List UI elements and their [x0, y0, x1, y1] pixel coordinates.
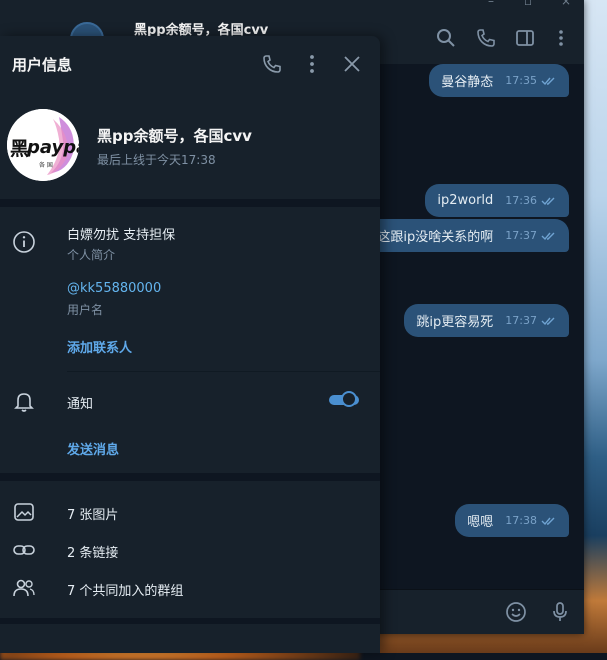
message-text: 这跟ip没啥关系的啊 — [377, 230, 494, 245]
close-icon[interactable] — [341, 53, 363, 75]
message-time: 17:37 — [505, 229, 537, 242]
message-time: 17:35 — [505, 74, 537, 87]
paypal-logo-avatar: 黑 paypal 各 国 — [7, 109, 79, 181]
emoji-icon[interactable] — [504, 600, 528, 624]
message-text: 跳ip更容易死 — [416, 315, 494, 330]
message-time: 17:36 — [505, 194, 537, 207]
message-time: 17:38 — [505, 514, 537, 527]
user-info-panel: 用户信息 黑 paypal 各 国 黑pp余额号，各国cvv 最后上线于今天17… — [0, 36, 380, 653]
message-meta: 17:38 — [505, 514, 557, 527]
double-check-icon — [541, 232, 555, 240]
double-check-icon — [541, 197, 555, 205]
bell-icon — [14, 393, 34, 412]
more-vertical-icon[interactable] — [551, 28, 571, 48]
profile-last-seen: 最后上线于今天17:38 — [97, 153, 216, 167]
search-icon[interactable] — [436, 28, 456, 48]
double-check-icon — [541, 77, 555, 85]
bio-text[interactable]: 白嫖勿扰 支持担保 — [67, 224, 175, 243]
svg-text:各 国: 各 国 — [39, 161, 53, 169]
message-meta: 17:36 — [505, 194, 557, 207]
username-link[interactable]: @kk55880000 — [67, 281, 161, 296]
message-bubble[interactable]: ip2world 17:36 — [425, 184, 569, 217]
sidebar-toggle-icon[interactable] — [515, 28, 535, 48]
section-divider — [0, 618, 380, 624]
row-separator — [67, 371, 380, 372]
more-vertical-icon[interactable] — [301, 53, 323, 75]
bio-label: 个人简介 — [67, 248, 116, 262]
maximize-icon[interactable]: ▫ — [524, 0, 532, 8]
svg-text:paypal: paypal — [26, 137, 79, 158]
media-links-item[interactable]: 2 条链接 — [67, 542, 118, 561]
toggle-knob — [341, 391, 357, 407]
groups-icon — [13, 579, 35, 597]
section-divider — [0, 199, 380, 207]
add-contact-button[interactable]: 添加联系人 — [67, 337, 132, 356]
message-text: ip2world — [437, 193, 494, 208]
call-icon[interactable] — [261, 53, 283, 75]
info-icon — [13, 231, 35, 253]
message-bubble[interactable]: 嗯嗯 17:38 — [455, 504, 569, 537]
message-meta: 17:37 — [505, 314, 557, 327]
message-text: 曼谷静态 — [441, 75, 494, 90]
close-window-icon[interactable]: × — [561, 0, 571, 8]
section-divider — [0, 473, 380, 481]
username-label: 用户名 — [67, 303, 104, 317]
message-meta: 17:35 — [505, 74, 557, 87]
minimize-icon[interactable]: – — [488, 0, 494, 8]
media-photos-item[interactable]: 7 张图片 — [67, 504, 118, 523]
notifications-label: 通知 — [67, 397, 94, 412]
message-bubble[interactable]: 这跟ip没啥关系的啊 17:37 — [365, 219, 569, 252]
send-message-button[interactable]: 发送消息 — [67, 439, 119, 458]
profile-name: 黑pp余额号，各国cvv — [97, 127, 252, 145]
profile-avatar[interactable]: 黑 paypal 各 国 — [7, 109, 79, 181]
panel-title: 用户信息 — [12, 56, 73, 74]
double-check-icon — [541, 317, 555, 325]
microphone-icon[interactable] — [548, 600, 572, 624]
message-meta: 17:37 — [505, 229, 557, 242]
window-titlebar: – ▫ × — [0, 0, 584, 10]
image-icon — [14, 503, 34, 521]
message-time: 17:37 — [505, 314, 537, 327]
message-text: 嗯嗯 — [467, 515, 494, 530]
message-bubble[interactable]: 曼谷静态 17:35 — [429, 64, 569, 97]
phone-icon[interactable] — [476, 28, 496, 48]
notifications-toggle[interactable] — [329, 390, 359, 410]
link-icon — [13, 545, 35, 555]
common-groups-item[interactable]: 7 个共同加入的群组 — [67, 580, 183, 599]
double-check-icon — [541, 517, 555, 525]
message-bubble[interactable]: 跳ip更容易死 17:37 — [404, 304, 569, 337]
